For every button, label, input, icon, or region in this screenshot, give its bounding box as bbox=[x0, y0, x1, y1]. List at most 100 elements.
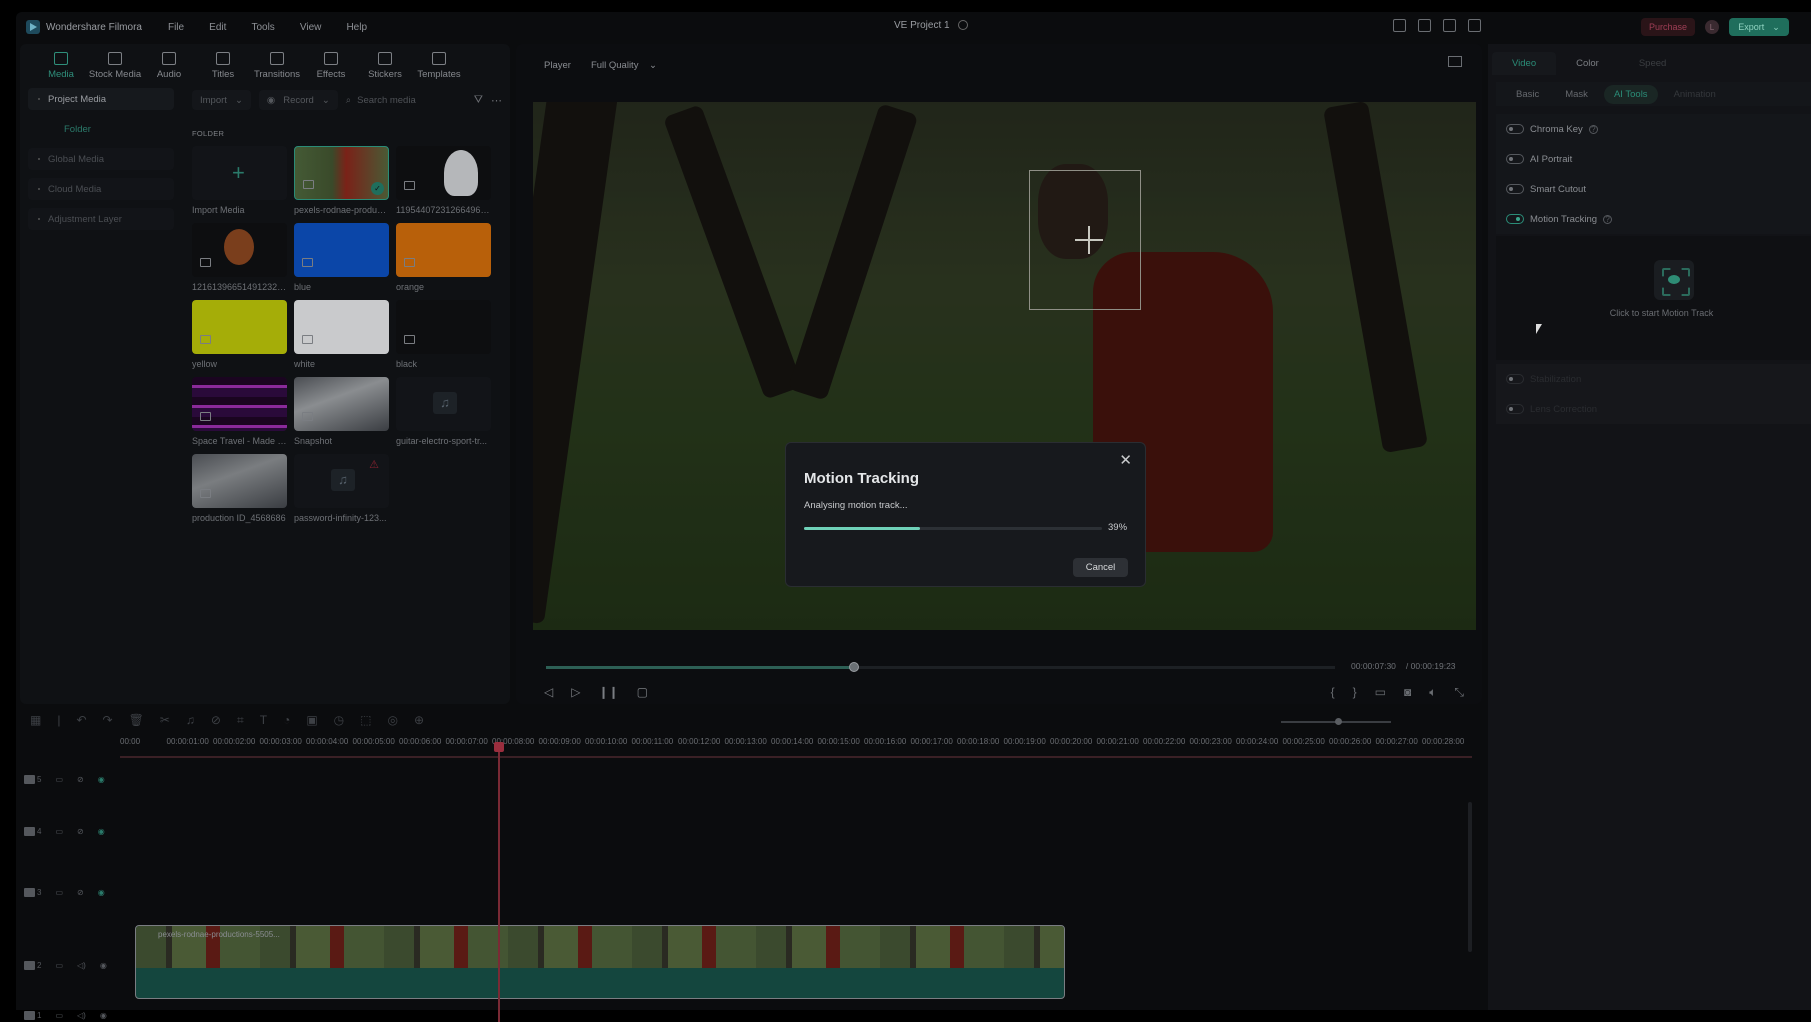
smart-cutout-toggle[interactable] bbox=[1506, 184, 1524, 194]
record-dropdown[interactable]: ◉ Record ⌄ bbox=[258, 90, 338, 110]
tab-color[interactable]: Color bbox=[1556, 52, 1619, 75]
sidebar-item-cloud-media[interactable]: Cloud Media bbox=[28, 178, 174, 200]
crop-icon[interactable]: ⌗ bbox=[237, 713, 244, 728]
timeline-playhead[interactable] bbox=[494, 742, 504, 1022]
eye-hidden-icon[interactable]: ◉ bbox=[98, 827, 105, 836]
purchase-button[interactable]: Purchase bbox=[1641, 18, 1695, 36]
zoom-slider-handle[interactable] bbox=[1335, 718, 1342, 725]
subtab-ai-tools[interactable]: AI Tools bbox=[1603, 84, 1658, 104]
mute-icon[interactable]: ⊘ bbox=[77, 827, 84, 836]
tab-stock-media[interactable]: Stock Media bbox=[88, 52, 142, 80]
media-item[interactable]: Space Travel - Made w... bbox=[192, 377, 287, 450]
layout-icon[interactable] bbox=[1393, 19, 1406, 32]
menu-edit[interactable]: Edit bbox=[209, 22, 226, 33]
apps-grid-icon[interactable] bbox=[1468, 19, 1481, 32]
eye-hidden-icon[interactable]: ◉ bbox=[98, 888, 105, 897]
media-thumbnail[interactable] bbox=[294, 300, 389, 354]
stop-icon[interactable]: ▢ bbox=[637, 685, 648, 699]
ai-icon[interactable]: ⊕ bbox=[414, 713, 424, 727]
media-thumbnail[interactable] bbox=[396, 146, 491, 200]
eye-hidden-icon[interactable]: ◉ bbox=[98, 775, 105, 784]
media-thumbnail[interactable] bbox=[192, 300, 287, 354]
volume-icon[interactable]: ◁) bbox=[77, 961, 86, 970]
menu-view[interactable]: View bbox=[300, 22, 322, 33]
media-item[interactable]: white bbox=[294, 300, 389, 373]
start-motion-track-button[interactable] bbox=[1654, 260, 1694, 300]
folder-icon[interactable]: ▭ bbox=[55, 775, 63, 784]
media-item[interactable]: Snapshot bbox=[294, 377, 389, 450]
eye-icon[interactable]: ◉ bbox=[100, 1011, 107, 1020]
previous-frame-icon[interactable]: ◁ bbox=[544, 685, 553, 699]
pause-icon[interactable]: ❙❙ bbox=[598, 685, 618, 699]
tab-stickers[interactable]: Stickers bbox=[358, 52, 412, 80]
tab-media[interactable]: Media bbox=[34, 52, 88, 80]
display-icon[interactable]: ▭ bbox=[1375, 685, 1386, 700]
undo-icon[interactable]: ↶ bbox=[76, 713, 86, 727]
motion-track-box[interactable] bbox=[1029, 170, 1141, 310]
next-frame-icon[interactable]: ▷ bbox=[571, 685, 580, 699]
cancel-button[interactable]: Cancel bbox=[1073, 558, 1128, 577]
help-icon[interactable]: ? bbox=[1588, 124, 1598, 134]
media-item[interactable]: ♫ guitar-electro-sport-tr... bbox=[396, 377, 491, 450]
media-thumbnail[interactable] bbox=[192, 223, 287, 277]
media-thumbnail[interactable] bbox=[294, 377, 389, 431]
media-item[interactable]: blue bbox=[294, 223, 389, 296]
scrubber-handle[interactable] bbox=[848, 662, 859, 672]
video-clip[interactable]: pexels-rodnae-productions-5505... bbox=[135, 925, 1065, 999]
subtab-basic[interactable]: Basic bbox=[1506, 85, 1549, 104]
folder-icon[interactable]: ▭ bbox=[55, 827, 63, 836]
media-item[interactable]: ♫ ⚠ password-infinity-123... bbox=[294, 454, 389, 527]
media-thumbnail[interactable]: ♫ ⚠ bbox=[294, 454, 389, 508]
stabilization-toggle[interactable] bbox=[1506, 374, 1524, 384]
snapshot-view-icon[interactable] bbox=[1448, 56, 1462, 67]
media-thumbnail[interactable] bbox=[192, 377, 287, 431]
tab-titles[interactable]: Titles bbox=[196, 52, 250, 80]
menu-help[interactable]: Help bbox=[346, 22, 367, 33]
media-item[interactable]: yellow bbox=[192, 300, 287, 373]
tag-icon[interactable]: ⊘ bbox=[211, 713, 221, 727]
sidebar-item-global-media[interactable]: Global Media bbox=[28, 148, 174, 170]
media-thumbnail[interactable] bbox=[396, 300, 491, 354]
media-item[interactable]: 1216139665149123274... bbox=[192, 223, 287, 296]
redo-icon[interactable]: ↷ bbox=[103, 713, 113, 727]
timeline-zoom-slider[interactable] bbox=[1281, 718, 1391, 725]
avatar[interactable]: L bbox=[1705, 20, 1719, 34]
more-options-icon[interactable]: ⋯ bbox=[491, 94, 502, 107]
subtab-animation[interactable]: Animation bbox=[1664, 85, 1726, 104]
media-thumbnail[interactable]: ♫ bbox=[396, 377, 491, 431]
freeze-icon[interactable]: ▣ bbox=[306, 713, 317, 727]
quality-dropdown[interactable]: Full Quality ⌄ bbox=[591, 60, 657, 71]
camera-icon[interactable]: ◙ bbox=[1404, 685, 1411, 700]
save-icon[interactable] bbox=[1418, 19, 1431, 32]
eye-icon[interactable]: ◉ bbox=[100, 961, 107, 970]
subtab-mask[interactable]: Mask bbox=[1555, 85, 1598, 104]
speed-icon[interactable]: ◔ bbox=[283, 713, 290, 727]
motion-tracking-toggle[interactable] bbox=[1506, 214, 1524, 224]
sidebar-item-adjustment-layer[interactable]: Adjustment Layer bbox=[28, 208, 174, 230]
tab-effects[interactable]: Effects bbox=[304, 52, 358, 80]
export-button[interactable]: Export ⌄ bbox=[1729, 18, 1789, 36]
fit-icon[interactable]: ⬚ bbox=[360, 713, 371, 727]
import-dropdown[interactable]: Import ⌄ bbox=[192, 90, 251, 110]
cut-icon[interactable]: ✂ bbox=[160, 713, 170, 727]
media-item[interactable]: 1195440723126649600... bbox=[396, 146, 491, 219]
media-item[interactable]: + Import Media bbox=[192, 146, 287, 219]
media-item[interactable]: ✓ pexels-rodnae-produc... bbox=[294, 146, 389, 219]
layout-grid-icon[interactable]: ▦ bbox=[30, 713, 41, 727]
tab-transitions[interactable]: Transitions bbox=[250, 52, 304, 80]
media-item[interactable]: production ID_4568686 bbox=[192, 454, 287, 527]
help-icon[interactable]: ? bbox=[1603, 214, 1613, 224]
mark-out-icon[interactable]: } bbox=[1353, 685, 1357, 700]
timeline-ruler[interactable]: 00:00 00:00:01:00 00:00:02:00 00:00:03:00 00… bbox=[120, 737, 1472, 769]
close-icon[interactable]: ✕ bbox=[1119, 451, 1132, 469]
audio-icon[interactable]: ♫ bbox=[186, 713, 195, 727]
media-thumbnail[interactable] bbox=[192, 454, 287, 508]
menu-tools[interactable]: Tools bbox=[251, 22, 274, 33]
text-icon[interactable]: T bbox=[260, 713, 267, 727]
tab-templates[interactable]: Templates bbox=[412, 52, 466, 80]
timer-icon[interactable]: ◷ bbox=[334, 713, 344, 727]
volume-icon[interactable]: 🔈︎ bbox=[1429, 685, 1436, 700]
volume-icon[interactable]: ◁) bbox=[77, 1011, 86, 1020]
media-item[interactable]: black bbox=[396, 300, 491, 373]
filter-icon[interactable]: ⛛ bbox=[474, 94, 483, 107]
